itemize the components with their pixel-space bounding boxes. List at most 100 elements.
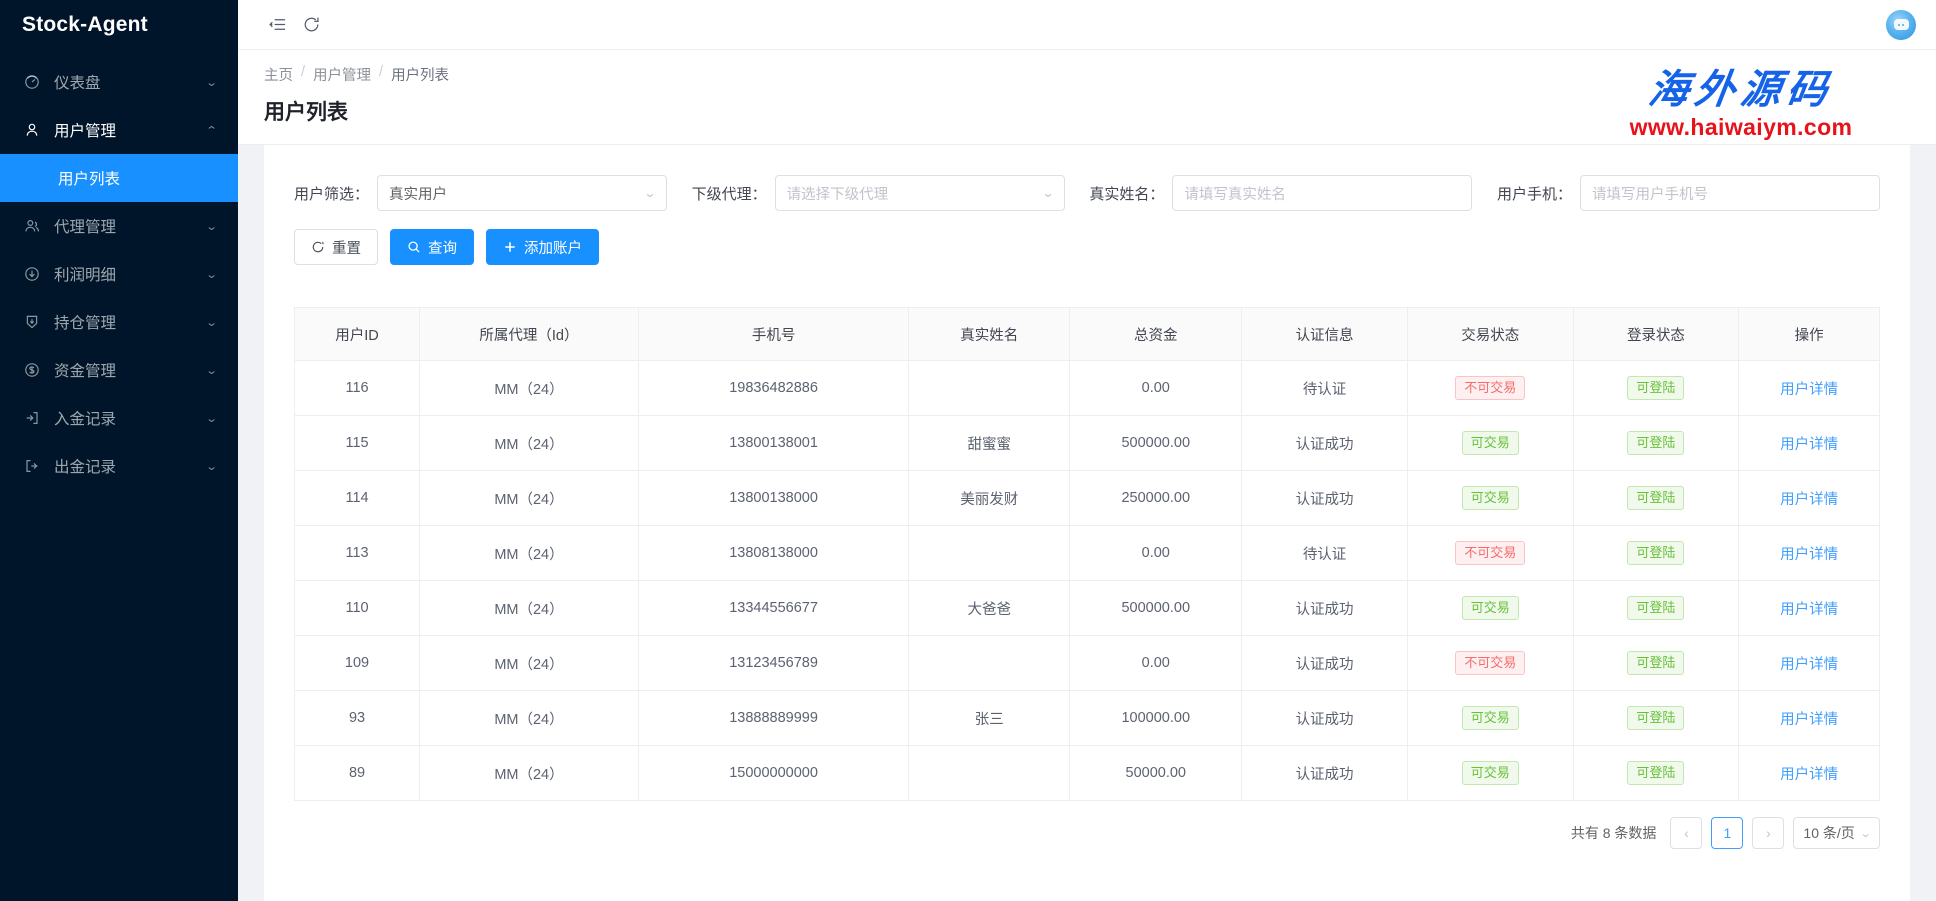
- cell-user-id: 93: [295, 691, 420, 746]
- sidebar-item-label: 利润明细: [54, 263, 207, 285]
- sidebar-item-user-list[interactable]: 用户列表: [0, 154, 238, 202]
- cell-agent: MM（24）: [420, 416, 639, 471]
- user-detail-link[interactable]: 用户详情: [1780, 492, 1838, 508]
- status-badge-trade: 可交易: [1462, 761, 1519, 785]
- column-header-total-funds: 总资金: [1070, 308, 1242, 361]
- cell-operation: 用户详情: [1739, 526, 1880, 581]
- user-detail-link[interactable]: 用户详情: [1780, 547, 1838, 563]
- cell-agent: MM（24）: [420, 746, 639, 801]
- cell-auth-info: 待认证: [1242, 361, 1408, 416]
- content-panel: 用户筛选： 真实用户 ⌄ 下级代理： 请选择下级代理 ⌄: [264, 145, 1910, 901]
- breadcrumb-item-user-list: 用户列表: [391, 64, 449, 85]
- column-header-real-name: 真实姓名: [909, 308, 1070, 361]
- status-badge-login: 可登陆: [1627, 761, 1684, 785]
- reset-button-label: 重置: [332, 237, 361, 258]
- sidebar-item-deposit-records[interactable]: 入金记录 ⌄: [0, 394, 238, 442]
- cell-user-id: 109: [295, 636, 420, 691]
- table-body: 116MM（24）198364828860.00待认证不可交易可登陆用户详情11…: [295, 361, 1880, 801]
- breadcrumb-separator: /: [379, 64, 383, 85]
- filter-bar: 用户筛选： 真实用户 ⌄ 下级代理： 请选择下级代理 ⌄: [286, 165, 1888, 211]
- search-button-label: 查询: [428, 237, 457, 258]
- pagination-prev-button[interactable]: ‹: [1670, 817, 1702, 849]
- sidebar-item-user-management[interactable]: 用户管理 ⌃: [0, 106, 238, 154]
- cell-phone: 13344556677: [638, 581, 908, 636]
- status-badge-login: 可登陆: [1627, 706, 1684, 730]
- cell-operation: 用户详情: [1739, 361, 1880, 416]
- cell-agent: MM（24）: [420, 636, 639, 691]
- sidebar-item-withdraw-records[interactable]: 出金记录 ⌄: [0, 442, 238, 490]
- status-badge-trade: 可交易: [1462, 486, 1519, 510]
- cell-auth-info: 待认证: [1242, 526, 1408, 581]
- cell-auth-info: 认证成功: [1242, 581, 1408, 636]
- filter-user-phone-input[interactable]: 请填写用户手机号: [1580, 175, 1880, 211]
- cell-trade-status: 不可交易: [1407, 361, 1573, 416]
- cell-auth-info: 认证成功: [1242, 746, 1408, 801]
- cell-user-id: 110: [295, 581, 420, 636]
- cell-user-id: 114: [295, 471, 420, 526]
- user-detail-link[interactable]: 用户详情: [1780, 767, 1838, 783]
- cell-operation: 用户详情: [1739, 581, 1880, 636]
- sidebar-item-label: 入金记录: [54, 407, 207, 429]
- user-detail-link[interactable]: 用户详情: [1780, 382, 1838, 398]
- breadcrumb-item-user-management[interactable]: 用户管理: [313, 64, 371, 85]
- cell-total-funds: 0.00: [1070, 636, 1242, 691]
- sidebar-item-position-management[interactable]: 持仓管理 ⌄: [0, 298, 238, 346]
- cell-agent: MM（24）: [420, 691, 639, 746]
- filter-user-type-select[interactable]: 真实用户 ⌄: [377, 175, 667, 211]
- filter-user-phone-placeholder: 请填写用户手机号: [1592, 183, 1708, 204]
- sidebar-item-profit-detail[interactable]: 利润明细 ⌄: [0, 250, 238, 298]
- sidebar-item-funds-management[interactable]: 资金管理 ⌄: [0, 346, 238, 394]
- cell-trade-status: 可交易: [1407, 691, 1573, 746]
- chevron-down-icon: ⌄: [1859, 827, 1871, 840]
- pagination-page-size-select[interactable]: 10 条/页 ⌄: [1793, 817, 1880, 849]
- user-table-wrapper: 用户ID 所属代理（Id） 手机号 真实姓名 总资金 认证信息 交易状态 登录状…: [286, 265, 1888, 801]
- cell-real-name: [909, 636, 1070, 691]
- cell-phone: 13123456789: [638, 636, 908, 691]
- cell-user-id: 89: [295, 746, 420, 801]
- cell-total-funds: 250000.00: [1070, 471, 1242, 526]
- filter-sub-agent-select[interactable]: 请选择下级代理 ⌄: [775, 175, 1065, 211]
- column-header-login-status: 登录状态: [1573, 308, 1739, 361]
- pagination-page-size-label: 10 条/页: [1803, 823, 1854, 843]
- cell-agent: MM（24）: [420, 361, 639, 416]
- content-area: 用户筛选： 真实用户 ⌄ 下级代理： 请选择下级代理 ⌄: [238, 145, 1936, 901]
- pagination-total-text: 共有 8 条数据: [1571, 823, 1657, 843]
- cell-login-status: 可登陆: [1573, 636, 1739, 691]
- page-title: 用户列表: [264, 96, 1910, 126]
- cell-real-name: 张三: [909, 691, 1070, 746]
- user-detail-link[interactable]: 用户详情: [1780, 602, 1838, 618]
- filter-real-name-input[interactable]: 请填写真实姓名: [1172, 175, 1472, 211]
- sidebar-item-dashboard[interactable]: 仪表盘 ⌄: [0, 58, 238, 106]
- menu-fold-icon[interactable]: [260, 8, 294, 42]
- user-detail-link[interactable]: 用户详情: [1780, 437, 1838, 453]
- cell-real-name: [909, 746, 1070, 801]
- search-button[interactable]: 查询: [390, 229, 474, 265]
- avatar-eye-left: [1898, 24, 1900, 26]
- avatar[interactable]: [1886, 10, 1916, 40]
- cell-real-name: 大爸爸: [909, 581, 1070, 636]
- breadcrumb-item-home[interactable]: 主页: [264, 64, 293, 85]
- filter-sub-agent-placeholder: 请选择下级代理: [787, 183, 889, 204]
- status-badge-trade: 不可交易: [1455, 376, 1525, 400]
- profit-icon: [22, 266, 42, 282]
- cell-trade-status: 可交易: [1407, 471, 1573, 526]
- pagination-next-button[interactable]: ›: [1752, 817, 1784, 849]
- refresh-icon[interactable]: [294, 8, 328, 42]
- brand-title: Stock-Agent: [0, 0, 238, 50]
- user-detail-link[interactable]: 用户详情: [1780, 657, 1838, 673]
- sidebar-item-label: 资金管理: [54, 359, 207, 381]
- cell-login-status: 可登陆: [1573, 471, 1739, 526]
- reset-button[interactable]: 重置: [294, 229, 378, 265]
- table-row: 116MM（24）198364828860.00待认证不可交易可登陆用户详情: [295, 361, 1880, 416]
- sidebar-item-agent-management[interactable]: 代理管理 ⌄: [0, 202, 238, 250]
- cell-login-status: 可登陆: [1573, 416, 1739, 471]
- cell-total-funds: 100000.00: [1070, 691, 1242, 746]
- add-account-button[interactable]: 添加账户: [486, 229, 599, 265]
- breadcrumb: 主页 / 用户管理 / 用户列表: [264, 64, 1910, 85]
- cell-auth-info: 认证成功: [1242, 471, 1408, 526]
- user-detail-link[interactable]: 用户详情: [1780, 712, 1838, 728]
- cell-phone: 19836482886: [638, 361, 908, 416]
- chevron-down-icon: ⌄: [205, 220, 217, 233]
- pagination-page-1[interactable]: 1: [1711, 817, 1743, 849]
- withdraw-icon: [22, 458, 42, 474]
